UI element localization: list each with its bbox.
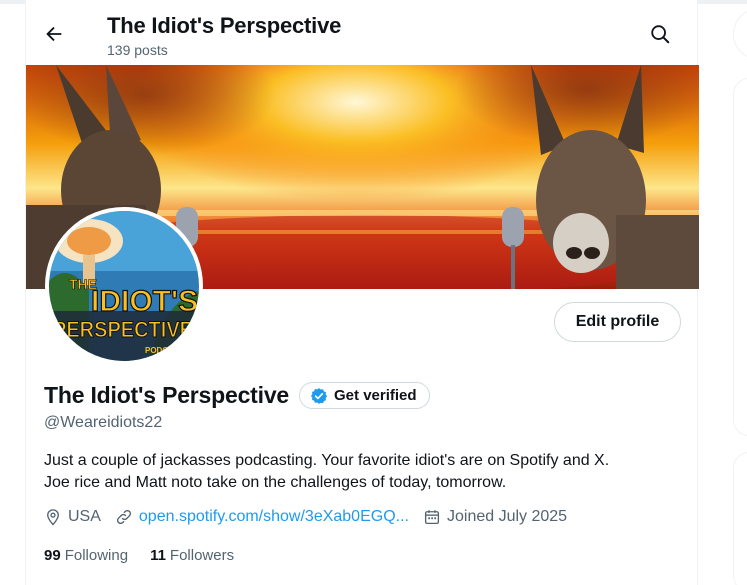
sidebar-panel [733, 78, 747, 436]
follow-stats: 99 Following 11 Followers [44, 547, 256, 564]
profile-meta: USA open.spotify.com/show/3eXab0EGQ... J… [44, 508, 581, 526]
location-item: USA [44, 508, 101, 526]
joined-item: Joined July 2025 [423, 508, 567, 526]
location-pin-icon [47, 509, 59, 526]
post-count: 139 posts [107, 42, 168, 58]
link-icon [116, 509, 131, 525]
profile-column: The Idiot's Perspective 139 posts THE ID… [25, 0, 699, 585]
followers-count: 11 [150, 547, 166, 564]
profile-avatar[interactable]: THE IDIOT'S PERSPECTIVE PODC [45, 207, 203, 365]
following-count: 99 [44, 547, 61, 564]
website-item: open.spotify.com/show/3eXab0EGQ... [115, 508, 409, 526]
edit-profile-button[interactable]: Edit profile [554, 302, 681, 342]
logo-line3: PERSPECTIVE [53, 317, 193, 342]
user-handle: @Weareidiots22 [44, 414, 163, 431]
verified-badge-icon [310, 387, 328, 404]
search-icon [651, 25, 670, 44]
back-button[interactable] [36, 16, 72, 52]
website-link[interactable]: open.spotify.com/show/3eXab0EGQ... [139, 508, 409, 526]
joined-text: Joined July 2025 [446, 508, 568, 525]
location-text: USA [68, 508, 101, 525]
arrow-left-icon [46, 26, 62, 42]
podcast-logo: THE IDIOT'S PERSPECTIVE PODC [49, 211, 199, 361]
calendar-icon [424, 510, 440, 525]
bio-line: Joe rice and Matt noto take on the chall… [44, 474, 507, 491]
name-row: The Idiot's Perspective Get verified [44, 382, 430, 409]
logo-line4: PODC [145, 346, 168, 355]
get-verified-button[interactable]: Get verified [299, 382, 430, 409]
get-verified-label: Get verified [334, 387, 417, 404]
header-title: The Idiot's Perspective [107, 13, 342, 38]
sidebar-search-box[interactable] [733, 8, 747, 60]
followers-link[interactable]: 11 Followers [150, 547, 234, 564]
following-label: Following [64, 547, 129, 564]
profile-header: The Idiot's Perspective 139 posts [26, 4, 699, 65]
logo-line2: IDIOT'S [91, 285, 198, 318]
display-name: The Idiot's Perspective [44, 382, 290, 408]
sidebar-panel [733, 452, 747, 585]
search-button[interactable] [642, 16, 678, 52]
profile-bio: Just a couple of jackasses podcasting. Y… [44, 450, 684, 494]
following-link[interactable]: 99 Following [44, 547, 128, 564]
followers-label: Followers [169, 547, 235, 564]
bio-line: Just a couple of jackasses podcasting. Y… [44, 452, 610, 469]
